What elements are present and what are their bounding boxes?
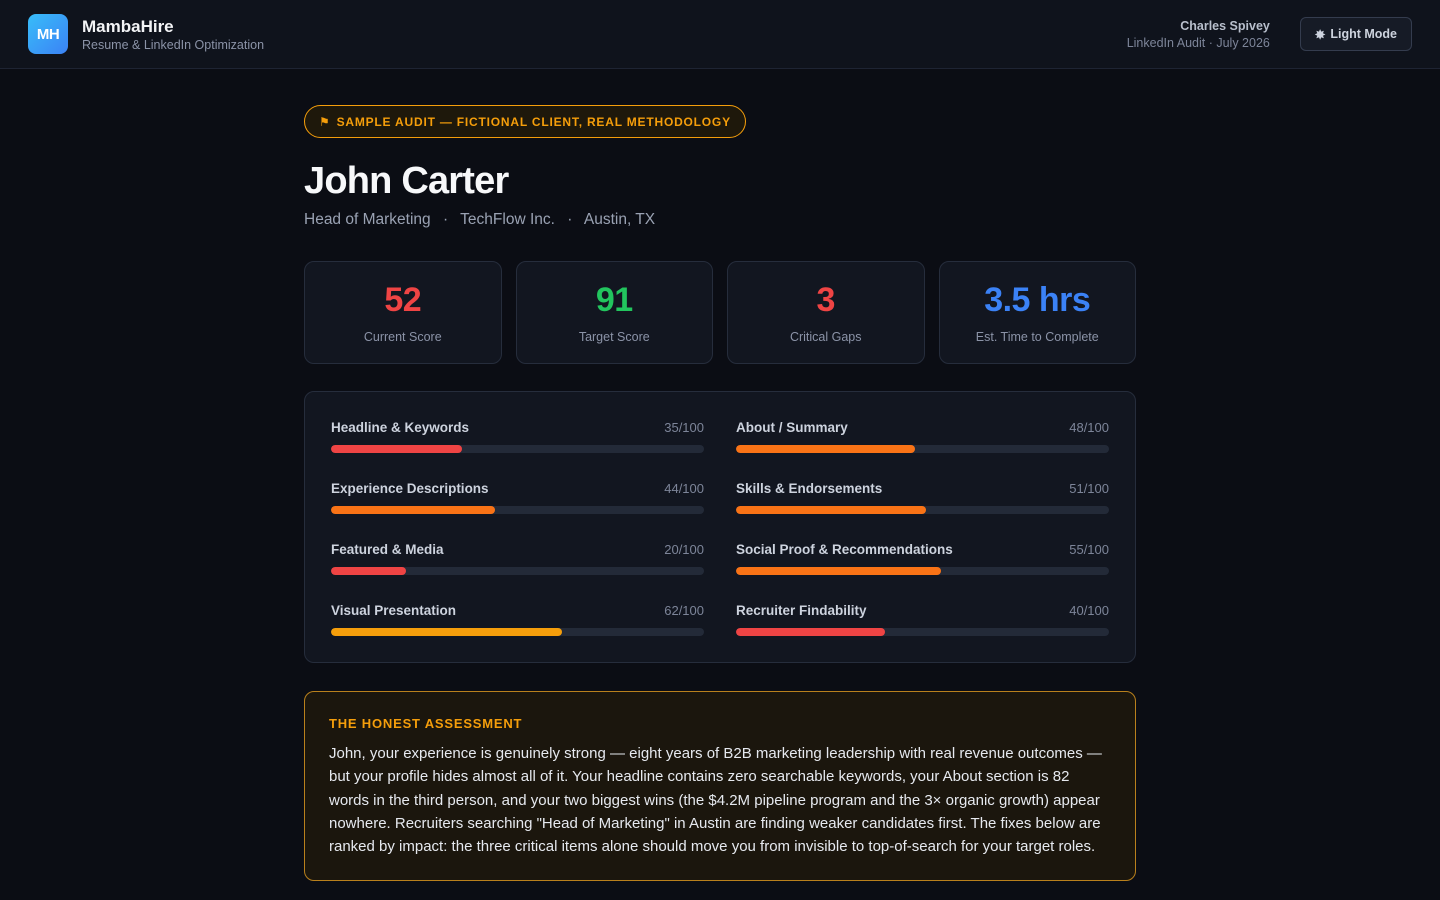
brand[interactable]: MH MambaHire Resume & LinkedIn Optimizat… — [28, 14, 264, 54]
score-bar — [736, 445, 1109, 453]
brand-name: MambaHire — [82, 16, 174, 36]
separator-dot: · — [442, 211, 449, 228]
stat-card-critical-gaps: 3 Critical Gaps — [727, 261, 925, 364]
score-row: About / Summary 48/100 — [736, 420, 1109, 453]
score-bar-fill — [331, 567, 406, 575]
score-bar-fill — [736, 567, 942, 575]
sample-audit-label: SAMPLE AUDIT — FICTIONAL CLIENT, REAL ME… — [336, 114, 731, 129]
score-value: 20/100 — [664, 542, 704, 557]
stat-value: 3.5 hrs — [984, 281, 1091, 319]
stat-value: 3 — [816, 281, 836, 319]
main-content: ⚑ SAMPLE AUDIT — FICTIONAL CLIENT, REAL … — [304, 69, 1136, 882]
profile-location: Austin, TX — [583, 211, 656, 228]
score-bar — [736, 567, 1109, 575]
score-value: 44/100 — [664, 481, 704, 496]
separator-dot: · — [567, 211, 573, 228]
score-bar — [331, 445, 704, 453]
score-bar-fill — [331, 445, 462, 453]
score-bar-fill — [736, 445, 916, 453]
stat-card-target-score: 91 Target Score — [515, 261, 713, 364]
score-value: 35/100 — [664, 420, 704, 435]
profile-company: TechFlow Inc. — [460, 211, 555, 228]
score-bar-fill — [736, 506, 927, 514]
score-label: Recruiter Findability — [736, 603, 867, 618]
brand-logo: MH — [28, 14, 68, 54]
score-label: Visual Presentation — [331, 603, 457, 618]
profile-role: Head of Marketing — [304, 211, 431, 228]
assessment-text: John, your experience is genuinely stron… — [329, 745, 1102, 856]
score-row: Featured & Media 20/100 — [331, 542, 704, 575]
category-scores-panel: Headline & Keywords 35/100 About / Summar… — [304, 391, 1136, 663]
stat-card-current-score: 52 Current Score — [304, 261, 502, 364]
audit-date: LinkedIn Audit · July 2026 — [1126, 35, 1270, 50]
stat-value: 52 — [384, 281, 422, 319]
assessment-title: THE HONEST ASSESSMENT — [329, 716, 523, 731]
light-mode-label: Light Mode — [1330, 27, 1397, 41]
score-label: About / Summary — [736, 420, 848, 435]
score-row: Skills & Endorsements 51/100 — [736, 481, 1109, 514]
score-bar — [736, 506, 1109, 514]
score-value: 62/100 — [664, 603, 704, 618]
audit-meta: Charles Spivey LinkedIn Audit · July 202… — [1127, 19, 1270, 50]
score-value: 51/100 — [1069, 481, 1109, 496]
score-bar — [736, 628, 1109, 636]
score-value: 55/100 — [1069, 542, 1109, 557]
score-label: Headline & Keywords — [331, 420, 470, 435]
stat-card-time-to-complete: 3.5 hrs Est. Time to Complete — [938, 261, 1136, 364]
sample-audit-badge: ⚑ SAMPLE AUDIT — FICTIONAL CLIENT, REAL … — [304, 105, 746, 138]
stat-label: Est. Time to Complete — [975, 330, 1099, 344]
stat-label: Target Score — [578, 330, 650, 344]
score-bar — [331, 628, 704, 636]
stats-row: 52 Current Score 91 Target Score 3 Criti… — [304, 261, 1136, 364]
score-row: Headline & Keywords 35/100 — [331, 420, 704, 453]
score-bar-fill — [736, 628, 886, 636]
score-row: Visual Presentation 62/100 — [331, 603, 704, 636]
header-right: Charles Spivey LinkedIn Audit · July 202… — [1127, 17, 1412, 51]
score-value: 40/100 — [1069, 603, 1109, 618]
score-bar-fill — [331, 506, 496, 514]
flag-icon: ⚑ — [319, 114, 331, 129]
score-value: 48/100 — [1069, 420, 1109, 435]
client-name: Charles Spivey — [1180, 18, 1270, 33]
profile-role-line: Head of Marketing · TechFlow Inc. · Aust… — [304, 211, 1136, 229]
score-bar — [331, 506, 704, 514]
stat-label: Current Score — [363, 330, 442, 344]
honest-assessment-card: THE HONEST ASSESSMENT John, your experie… — [304, 691, 1136, 882]
score-label: Skills & Endorsements — [736, 481, 883, 496]
stat-label: Critical Gaps — [789, 330, 862, 344]
score-bar-fill — [331, 628, 563, 636]
score-label: Social Proof & Recommendations — [736, 542, 953, 557]
brand-tagline: Resume & LinkedIn Optimization — [82, 37, 265, 52]
score-bar — [331, 567, 704, 575]
sun-icon: ✸ — [1314, 27, 1326, 42]
profile-name: John Carter — [304, 160, 509, 202]
brand-text: MambaHire Resume & LinkedIn Optimization — [82, 17, 264, 52]
score-label: Experience Descriptions — [331, 481, 489, 496]
score-label: Featured & Media — [331, 542, 444, 557]
score-row: Experience Descriptions 44/100 — [331, 481, 704, 514]
score-row: Social Proof & Recommendations 55/100 — [736, 542, 1109, 575]
light-mode-button[interactable]: ✸ Light Mode — [1299, 17, 1412, 51]
stat-value: 91 — [595, 281, 633, 319]
top-header: MH MambaHire Resume & LinkedIn Optimizat… — [0, 0, 1440, 69]
score-row: Recruiter Findability 40/100 — [736, 603, 1109, 636]
